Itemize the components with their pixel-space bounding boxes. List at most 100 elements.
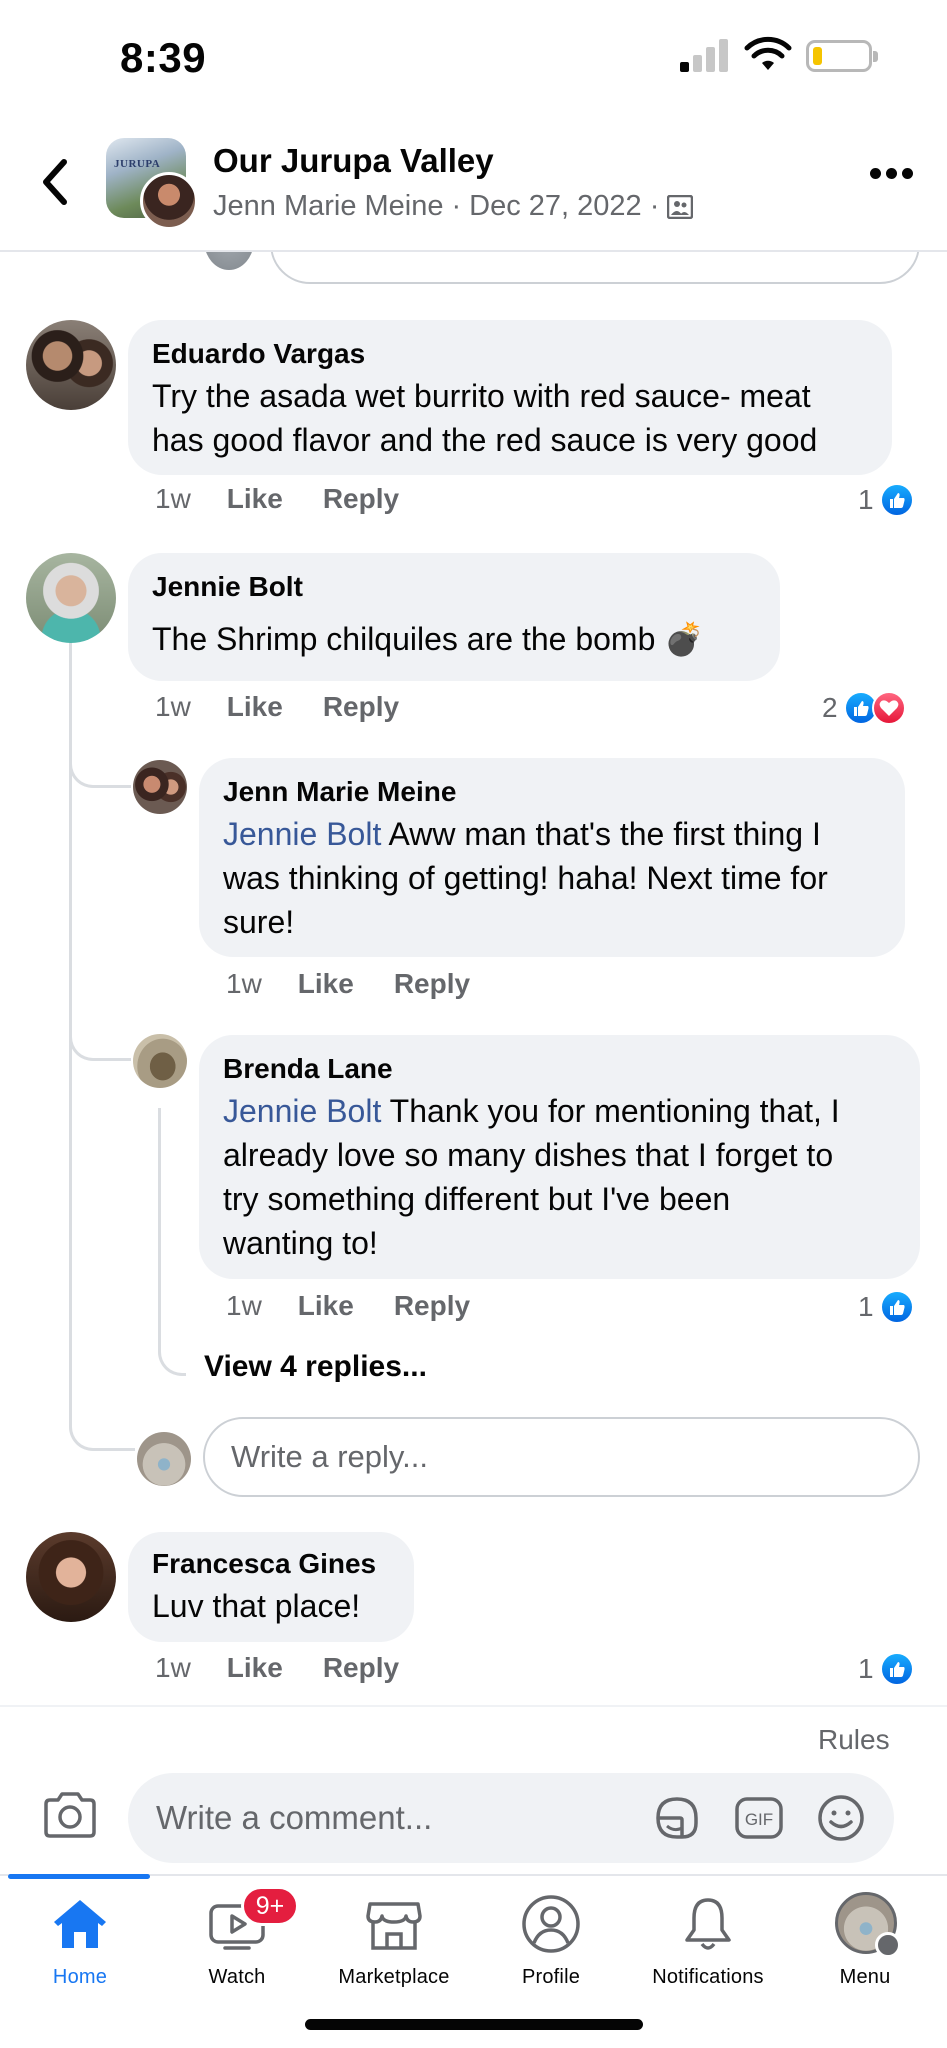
like-button[interactable]: Like bbox=[298, 1290, 354, 1322]
reaction-count[interactable]: 1 bbox=[858, 483, 914, 517]
thread-branch bbox=[69, 1415, 135, 1451]
rules-link[interactable]: Rules bbox=[818, 1724, 890, 1756]
avatar[interactable] bbox=[26, 1532, 116, 1622]
commenter-name[interactable]: Jenn Marie Meine bbox=[223, 772, 881, 812]
comment-bubble[interactable]: Jennie Bolt The Shrimp chilquiles are th… bbox=[128, 553, 780, 681]
avatar[interactable] bbox=[26, 320, 116, 410]
comment-age: 1w bbox=[155, 483, 191, 514]
like-reaction-icon bbox=[879, 483, 914, 517]
author-name[interactable]: Jenn Marie Meine bbox=[213, 190, 444, 223]
group-name[interactable]: Our Jurupa Valley bbox=[213, 142, 494, 180]
reply-button[interactable]: Reply bbox=[323, 483, 399, 515]
home-icon bbox=[54, 1900, 106, 1948]
post-header: JURUPA Our Jurupa Valley Jenn Marie Mein… bbox=[0, 118, 947, 252]
reply-placeholder: Write a reply... bbox=[231, 1439, 428, 1474]
commenter-name[interactable]: Francesca Gines bbox=[152, 1544, 390, 1584]
sticker-icon[interactable] bbox=[650, 1791, 704, 1845]
comment-age: 1w bbox=[226, 968, 262, 999]
author-avatar bbox=[140, 172, 198, 230]
active-tab-indicator bbox=[8, 1874, 150, 1879]
comment-input[interactable]: Write a comment... GIF bbox=[128, 1773, 894, 1863]
separator: · bbox=[451, 190, 462, 222]
tab-marketplace[interactable]: Marketplace bbox=[314, 1892, 474, 1989]
separator: · bbox=[649, 190, 660, 222]
comment-age: 1w bbox=[226, 1290, 262, 1321]
like-button[interactable]: Like bbox=[298, 968, 354, 1000]
comment-text: try something different but I've been bbox=[223, 1181, 731, 1217]
thread-branch bbox=[69, 752, 131, 788]
avatar[interactable] bbox=[133, 1034, 187, 1088]
tab-label: Profile bbox=[521, 1966, 581, 1988]
view-replies-link[interactable]: View 4 replies... bbox=[204, 1350, 427, 1384]
reaction-count[interactable]: 1 bbox=[858, 1290, 914, 1324]
tab-notifications[interactable]: Notifications bbox=[628, 1892, 788, 1989]
commenter-name[interactable]: Eduardo Vargas bbox=[152, 334, 868, 374]
wifi-icon bbox=[744, 36, 792, 70]
tab-label: Notifications bbox=[652, 1966, 764, 1988]
comment-bubble[interactable]: Francesca Gines Luv that place! bbox=[128, 1532, 414, 1642]
divider bbox=[0, 1705, 947, 1707]
comment-text: was thinking of getting! haha! Next time… bbox=[223, 860, 828, 896]
reaction-number: 2 bbox=[822, 692, 838, 723]
gif-icon[interactable]: GIF bbox=[732, 1791, 786, 1845]
tab-menu[interactable]: Menu bbox=[785, 1892, 945, 1989]
group-icon bbox=[667, 194, 694, 219]
comment-placeholder: Write a comment... bbox=[156, 1799, 433, 1836]
comment-text: Luv that place! bbox=[152, 1588, 361, 1624]
bomb-emoji: 💣 bbox=[664, 621, 705, 657]
reaction-count[interactable]: 1 bbox=[858, 1652, 914, 1686]
comment-age: 1w bbox=[155, 1652, 191, 1683]
like-button[interactable]: Like bbox=[227, 1652, 283, 1684]
emoji-icon[interactable] bbox=[814, 1791, 868, 1845]
mention-link[interactable]: Jennie Bolt bbox=[223, 1093, 381, 1129]
avatar[interactable] bbox=[26, 553, 116, 643]
reply-button[interactable]: Reply bbox=[323, 691, 399, 723]
comment-actions: 1w Like Reply bbox=[155, 691, 399, 723]
home-indicator bbox=[305, 2019, 643, 2030]
group-avatar-text: JURUPA bbox=[114, 158, 161, 170]
bell-icon bbox=[685, 1898, 731, 1950]
tab-label: Watch bbox=[208, 1966, 266, 1988]
like-button[interactable]: Like bbox=[227, 691, 283, 723]
comment-text: wanting to! bbox=[223, 1225, 378, 1261]
comment-actions: 1w Like Reply bbox=[226, 968, 470, 1000]
tab-profile[interactable]: Profile bbox=[471, 1892, 631, 1989]
watch-badge: 9+ bbox=[241, 1886, 299, 1926]
comment-text: Try the asada wet burrito with red sauce… bbox=[152, 378, 811, 414]
tab-watch[interactable]: 9+ Watch bbox=[157, 1886, 317, 1989]
camera-icon[interactable] bbox=[42, 1790, 98, 1840]
thread-branch bbox=[158, 1108, 186, 1376]
avatar[interactable] bbox=[133, 760, 187, 814]
status-time: 8:39 bbox=[120, 34, 207, 81]
post-subtitle: Jenn Marie Meine · Dec 27, 2022 · bbox=[213, 190, 694, 223]
reaction-number: 1 bbox=[858, 1291, 874, 1322]
comment-bubble[interactable]: Eduardo Vargas Try the asada wet burrito… bbox=[128, 320, 892, 475]
my-avatar bbox=[137, 1432, 191, 1486]
like-reaction-icon bbox=[879, 1290, 914, 1324]
reply-button[interactable]: Reply bbox=[394, 1290, 470, 1322]
mention-link[interactable]: Jennie Bolt bbox=[223, 816, 381, 852]
reply-input[interactable]: Write a reply... bbox=[203, 1417, 920, 1497]
commenter-name[interactable]: Jennie Bolt bbox=[152, 567, 756, 607]
more-icon[interactable] bbox=[870, 168, 914, 182]
comment-text: Jennie Bolt Thank you for mentioning tha… bbox=[223, 1093, 840, 1129]
post-date: Dec 27, 2022 bbox=[469, 190, 642, 222]
menu-icon bbox=[875, 1932, 901, 1958]
tab-label: Home bbox=[52, 1966, 108, 1988]
reaction-count[interactable]: 2 bbox=[822, 691, 906, 725]
reply-bubble[interactable]: Brenda Lane Jennie Bolt Thank you for me… bbox=[199, 1035, 920, 1279]
comment-actions: 1w Like Reply bbox=[226, 1290, 470, 1322]
thread-branch bbox=[69, 1025, 131, 1061]
back-arrow-icon[interactable] bbox=[34, 154, 74, 210]
comment-actions: 1w Like Reply bbox=[155, 483, 399, 515]
tab-label: Menu bbox=[839, 1966, 891, 1988]
like-button[interactable]: Like bbox=[227, 483, 283, 515]
commenter-name[interactable]: Brenda Lane bbox=[223, 1049, 896, 1089]
reply-bubble[interactable]: Jenn Marie Meine Jennie Bolt Aww man tha… bbox=[199, 758, 905, 957]
like-reaction-icon bbox=[879, 1652, 914, 1686]
gif-label: GIF bbox=[745, 1810, 773, 1829]
reply-button[interactable]: Reply bbox=[394, 968, 470, 1000]
tab-home[interactable]: Home bbox=[0, 1892, 160, 1989]
reply-button[interactable]: Reply bbox=[323, 1652, 399, 1684]
comment-text: sure! bbox=[223, 904, 295, 940]
